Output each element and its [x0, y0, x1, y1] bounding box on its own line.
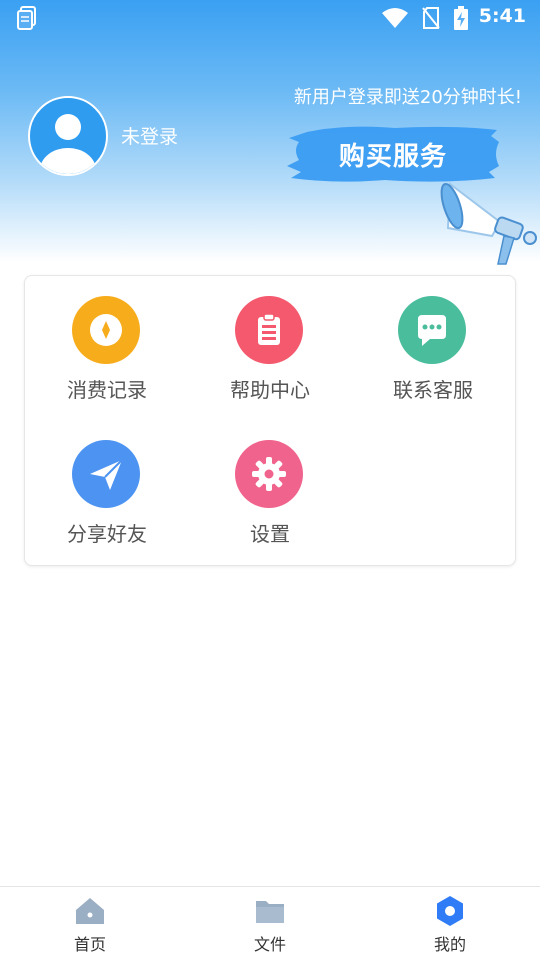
tab-home[interactable]: 首页 — [0, 887, 180, 961]
menu-item-share-friends[interactable]: 分享好友 — [25, 420, 189, 550]
settings-gear-icon — [235, 440, 303, 508]
menu-item-label: 消费记录 — [67, 378, 147, 402]
tab-label: 文件 — [253, 935, 286, 954]
tab-label: 首页 — [73, 935, 106, 954]
no-sim-icon — [422, 7, 440, 33]
feature-menu-card: 消费记录 帮助中心 联系客服 分享好友 设置 — [24, 275, 516, 566]
tab-label: 我的 — [433, 935, 466, 954]
menu-item-label: 联系客服 — [393, 378, 473, 402]
menu-item-label: 帮助中心 — [230, 378, 310, 402]
battery-charging-icon — [454, 6, 468, 34]
menu-item-settings[interactable]: 设置 — [188, 420, 352, 550]
user-silhouette-icon — [30, 114, 106, 174]
clock: 5:41 — [478, 5, 526, 27]
wifi-icon — [382, 8, 408, 32]
hexagon-profile-icon — [434, 895, 466, 931]
login-status-link[interactable]: 未登录 — [121, 122, 178, 149]
avatar[interactable] — [28, 96, 108, 176]
coin-icon — [72, 296, 140, 364]
profile-header: 5:41 未登录 新用户登录即送20分钟时长! 购买服务 — [0, 0, 540, 265]
status-bar: 5:41 — [0, 0, 540, 36]
tab-files[interactable]: 文件 — [180, 887, 360, 961]
folder-icon — [254, 895, 286, 931]
menu-item-label: 设置 — [250, 522, 290, 546]
bottom-tab-bar: 首页 文件 我的 — [0, 886, 540, 961]
promo-text: 新用户登录即送20分钟时长! — [293, 87, 522, 108]
paper-plane-icon — [72, 440, 140, 508]
clipboard-icon — [235, 296, 303, 364]
menu-item-label: 分享好友 — [67, 522, 147, 546]
clipboard-notification-icon — [16, 6, 38, 34]
home-icon — [74, 895, 106, 931]
menu-item-customer-service[interactable]: 联系客服 — [351, 276, 515, 406]
menu-item-help-center[interactable]: 帮助中心 — [188, 276, 352, 406]
tab-mine[interactable]: 我的 — [360, 887, 540, 961]
menu-item-consumption-records[interactable]: 消费记录 — [25, 276, 189, 406]
chat-bubble-icon — [398, 296, 466, 364]
megaphone-icon — [440, 170, 540, 274]
